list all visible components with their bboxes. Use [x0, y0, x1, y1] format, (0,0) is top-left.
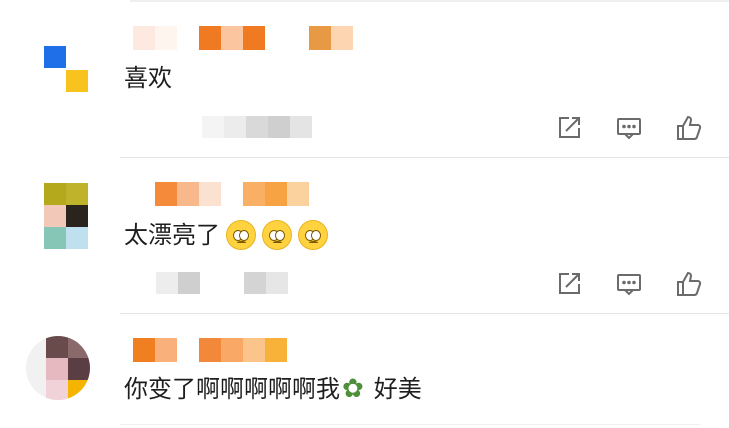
username-blurred[interactable]: [133, 338, 287, 362]
comment-text-suffix: 好美: [373, 375, 422, 403]
top-divider: [130, 0, 729, 2]
comment-actions: [555, 114, 703, 142]
comment-divider: [120, 313, 729, 314]
comment-divider: [120, 157, 729, 158]
thumbs-up-icon[interactable]: [675, 114, 703, 142]
comment-text: 喜欢: [124, 62, 172, 94]
comment-text-content: 你变了啊啊啊啊啊我: [124, 375, 340, 403]
comment-divider: [120, 424, 700, 425]
comment-icon[interactable]: [615, 114, 643, 142]
comment-meta-blurred: [156, 272, 288, 294]
pleading-face-emoji: [226, 220, 256, 250]
comment-text: 太漂亮了: [124, 219, 328, 251]
avatar[interactable]: [44, 46, 90, 92]
comment-text-content: 太漂亮了: [124, 221, 220, 249]
herb-emoji: ✿: [342, 374, 364, 404]
comment-text: 你变了啊啊啊啊啊我 ✿ 好美: [124, 373, 422, 405]
username-blurred[interactable]: [133, 26, 353, 50]
avatar[interactable]: [26, 336, 90, 400]
comment-meta-blurred: [202, 116, 312, 138]
avatar[interactable]: [44, 183, 90, 249]
username-blurred[interactable]: [155, 182, 309, 206]
pleading-face-emoji: [298, 220, 328, 250]
share-icon[interactable]: [555, 114, 583, 142]
comment-actions: [555, 270, 703, 298]
thumbs-up-icon[interactable]: [675, 270, 703, 298]
share-icon[interactable]: [555, 270, 583, 298]
comment-icon[interactable]: [615, 270, 643, 298]
pleading-face-emoji: [262, 220, 292, 250]
comment-text-content: 喜欢: [124, 64, 172, 92]
